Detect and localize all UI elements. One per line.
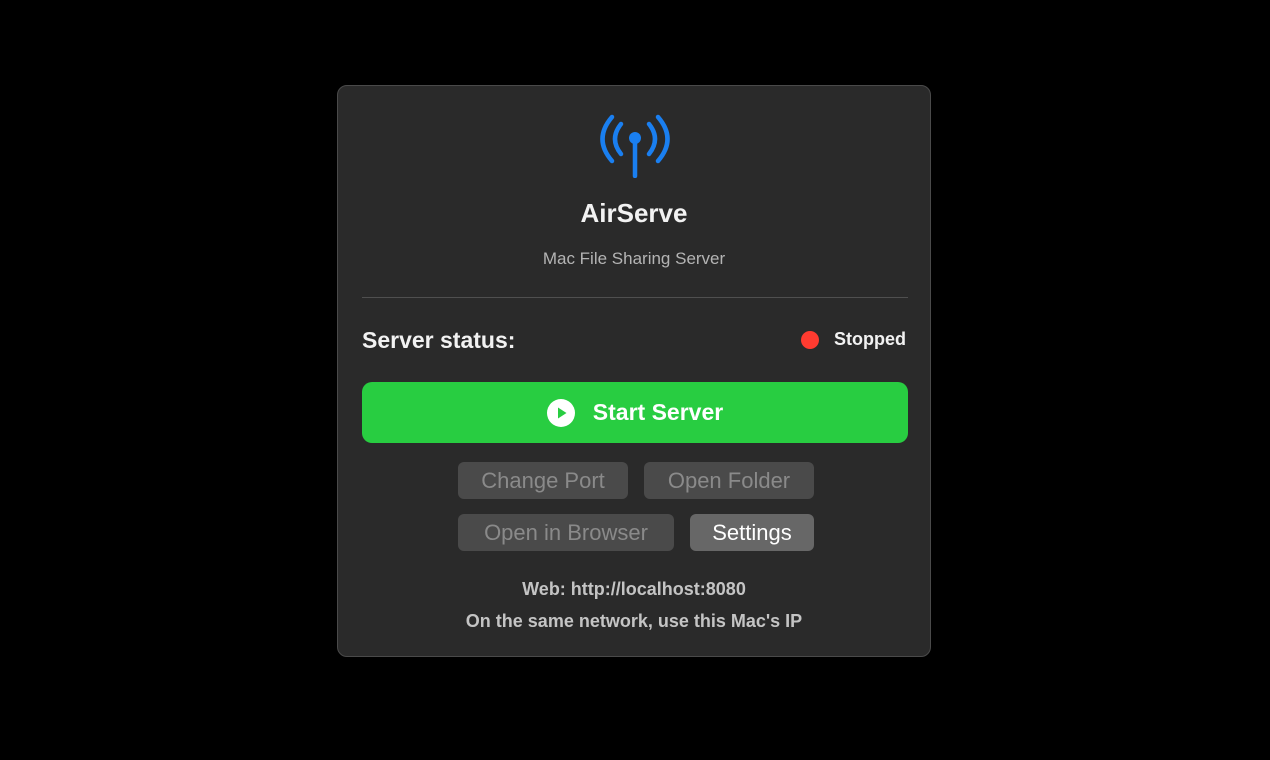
web-address-text: Web: http://localhost:8080 — [522, 579, 746, 599]
network-hint-text: On the same network, use this Mac's IP — [465, 611, 803, 631]
open-in-browser-button[interactable]: Open in Browser — [458, 514, 674, 551]
open-folder-button[interactable]: Open Folder — [644, 462, 814, 499]
server-status-label: Server status: — [362, 327, 516, 353]
server-status-indicator: Stopped — [801, 329, 906, 350]
start-server-button[interactable]: Start Server — [362, 382, 908, 443]
status-dot-icon — [801, 330, 819, 349]
play-circle-icon — [546, 398, 575, 427]
settings-button[interactable]: Settings — [690, 514, 814, 551]
app-subtitle: Mac File Sharing Server — [542, 249, 726, 268]
app-title: AirServe — [580, 198, 688, 228]
airserve-window: AirServe Mac File Sharing Server Server … — [337, 85, 931, 657]
antenna-broadcast-icon — [600, 114, 670, 178]
change-port-button[interactable]: Change Port — [458, 462, 628, 499]
server-status-value: Stopped — [834, 329, 906, 349]
divider — [362, 297, 908, 298]
start-server-label: Start Server — [592, 399, 724, 425]
